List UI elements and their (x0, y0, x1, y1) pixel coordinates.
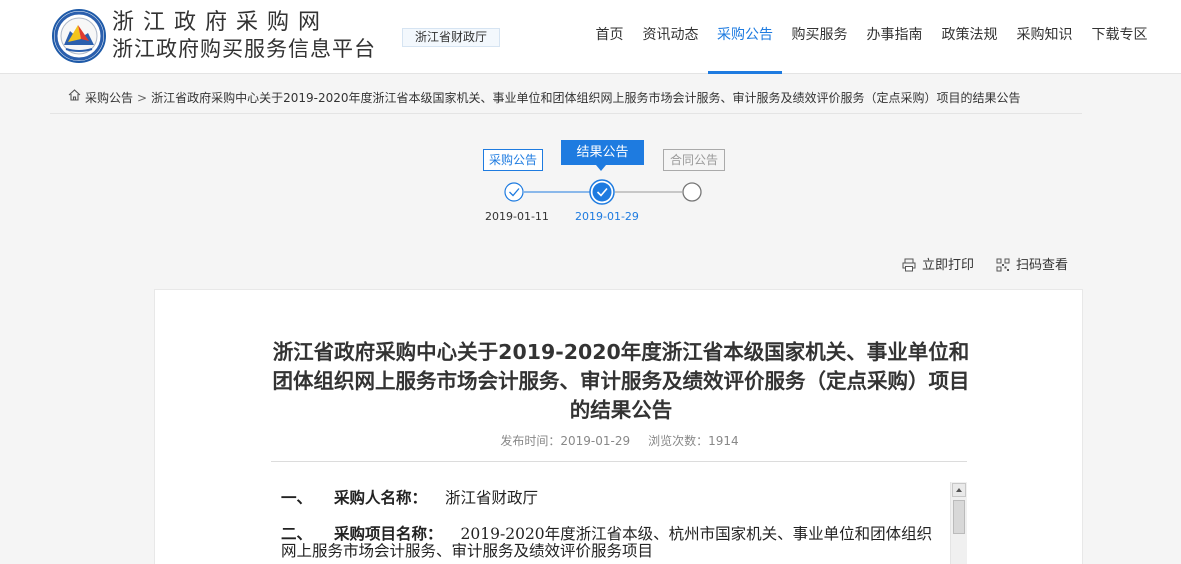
publish-date: 2019-01-29 (560, 434, 631, 448)
scan-label: 扫码查看 (1016, 258, 1069, 273)
print-button[interactable]: 立即打印 (902, 257, 974, 275)
content-section: 二、 采购项目名称： 2019-2020年度浙江省本级、杭州市国家机关、事业单位和团… (281, 526, 941, 560)
current-step-pointer (596, 165, 606, 171)
content-scrollbar[interactable] (950, 482, 967, 564)
printer-icon (902, 258, 916, 271)
step2-check-icon (589, 179, 615, 205)
article-meta: 发布时间：2019-01-29 浏览次数：1914 (155, 433, 1084, 449)
section-number: 一、 (281, 489, 313, 507)
nav-item-purchase-services[interactable]: 购买服务 (782, 0, 857, 74)
site-title: 浙江政府采购网 (112, 10, 330, 35)
section-label: 采购人名称： (334, 489, 428, 507)
main-nav: 首页 资讯动态 采购公告 购买服务 办事指南 政策法规 采购知识 下载专区 (586, 0, 1157, 74)
qrcode-icon (996, 258, 1010, 271)
scroll-up-arrow-icon[interactable] (952, 483, 966, 497)
section-label: 采购项目名称： (334, 525, 443, 543)
step3-pending-icon (682, 182, 702, 202)
nav-item-knowledge[interactable]: 采购知识 (1007, 0, 1082, 74)
breadcrumb-root-link[interactable]: 采购公告 (85, 91, 133, 105)
zhejiang-procurement-logo-icon[interactable] (52, 9, 106, 63)
content-section: 一、 采购人名称： 浙江省财政厅 (281, 490, 941, 507)
views-count: 1914 (708, 434, 739, 448)
step1-date: 2019-01-11 (485, 210, 549, 223)
nav-item-procurement-notices[interactable]: 采购公告 (708, 0, 782, 74)
site-header: 浙江政府采购网 浙江政府购买服务信息平台 浙江省财政厅 首页 资讯动态 采购公告… (0, 0, 1181, 74)
breadcrumb-separator: > (137, 91, 148, 105)
nav-item-news[interactable]: 资讯动态 (633, 0, 708, 74)
step1-check-icon (504, 182, 524, 202)
nav-item-home[interactable]: 首页 (586, 0, 633, 74)
publish-time-label: 发布时间： (500, 434, 561, 448)
step-result-notice[interactable]: 结果公告 (561, 140, 644, 165)
step-contract-notice: 合同公告 (663, 149, 725, 171)
article-title: 浙江省政府采购中心关于2019-2020年度浙江省本级国家机关、事业单位和团体组… (272, 340, 970, 422)
home-icon[interactable] (68, 82, 81, 112)
breadcrumb: 采购公告 > 浙江省政府采购中心关于2019-2020年度浙江省本级国家机关、事业单… (50, 82, 1082, 114)
step-procurement-notice[interactable]: 采购公告 (483, 149, 543, 171)
scan-qrcode-button[interactable]: 扫码查看 (996, 257, 1068, 275)
section-number: 二、 (281, 525, 313, 543)
step-progress-track (504, 179, 702, 205)
step2-date: 2019-01-29 (575, 210, 639, 223)
article-content: 一、 采购人名称： 浙江省财政厅 二、 采购项目名称： 2019-2020年度浙江省本级… (281, 490, 941, 564)
print-label: 立即打印 (922, 258, 975, 273)
nav-item-downloads[interactable]: 下载专区 (1082, 0, 1157, 74)
nav-item-guide[interactable]: 办事指南 (857, 0, 932, 74)
region-badge: 浙江省财政厅 (402, 28, 500, 47)
article-card: 浙江省政府采购中心关于2019-2020年度浙江省本级国家机关、事业单位和团体组… (154, 289, 1083, 564)
site-subtitle: 浙江政府购买服务信息平台 (112, 37, 376, 61)
title-divider (271, 461, 967, 462)
nav-item-policies[interactable]: 政策法规 (932, 0, 1007, 74)
scrollbar-thumb[interactable] (953, 500, 965, 534)
section-value: 浙江省财政厅 (445, 489, 539, 507)
breadcrumb-current: 浙江省政府采购中心关于2019-2020年度浙江省本级国家机关、事业单位和团体组… (151, 91, 1021, 105)
views-label: 浏览次数： (648, 434, 709, 448)
